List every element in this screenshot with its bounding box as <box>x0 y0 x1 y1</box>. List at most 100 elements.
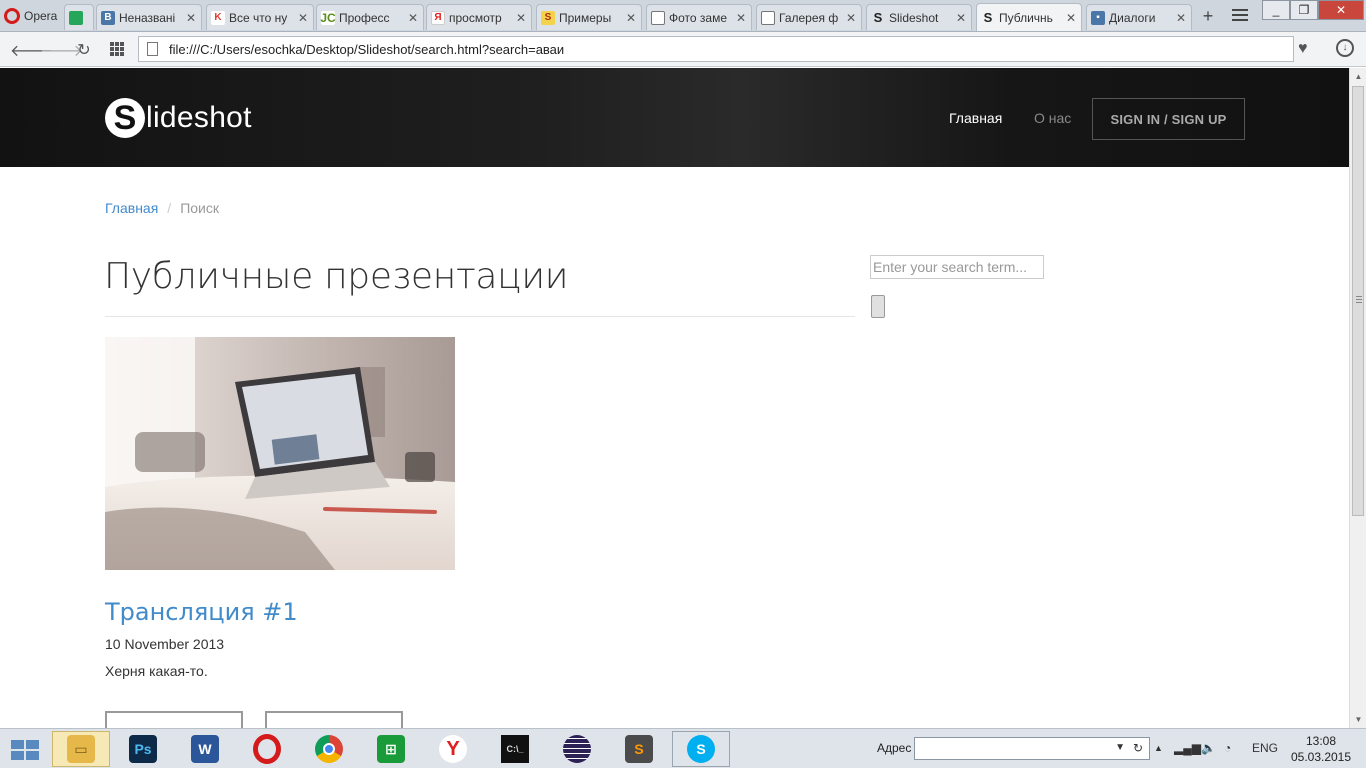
signal-icon[interactable]: ▂▄▆ <box>1174 741 1201 755</box>
close-tab-icon[interactable]: ✕ <box>297 11 309 25</box>
taskbar-photoshop[interactable]: Ps <box>114 731 172 767</box>
taskbar-address-input[interactable]: ▼ ↻ <box>914 737 1150 760</box>
yandex-browser-icon: Y <box>439 735 467 763</box>
taskbar-opera[interactable] <box>238 731 296 767</box>
opera-menu-label: Opera <box>24 8 58 23</box>
show-hidden-icons-icon[interactable]: ▲ <box>1154 743 1163 753</box>
file-explorer-icon: ▭ <box>67 735 95 763</box>
slideshot-icon: S <box>983 10 993 25</box>
maximize-button[interactable]: ❐ <box>1290 0 1318 20</box>
scroll-down-arrow-icon[interactable]: ▼ <box>1350 711 1366 728</box>
post-action-button-1[interactable] <box>105 711 243 728</box>
document-icon <box>651 10 665 25</box>
tab-title: Все что ну <box>229 10 288 25</box>
taskbar-chrome[interactable] <box>300 731 358 767</box>
close-tab-icon[interactable]: ✕ <box>185 11 197 25</box>
search-button[interactable] <box>871 295 885 318</box>
tab-title: просмотр <box>449 10 502 25</box>
taskbar-word[interactable]: W <box>176 731 234 767</box>
title-divider <box>105 316 855 317</box>
close-tab-icon[interactable]: ✕ <box>407 11 419 25</box>
page-title: Публичные презентации <box>104 256 569 297</box>
laptop-photo <box>105 337 455 570</box>
taskbar-store[interactable]: ⊞ <box>362 731 420 767</box>
taskbar-cmd[interactable]: C:\_ <box>486 731 544 767</box>
tab-gallery[interactable]: Галерея ф ✕ <box>756 4 862 30</box>
download-icon[interactable]: ↓ <box>1336 39 1354 57</box>
close-window-button[interactable]: ✕ <box>1318 0 1364 20</box>
close-tab-icon[interactable]: ✕ <box>845 11 857 25</box>
slideshot-icon: S <box>873 10 883 25</box>
dropdown-chevron-icon[interactable]: ▼ <box>1115 742 1125 753</box>
minimize-button[interactable]: _ <box>1262 0 1290 20</box>
photoshop-icon: Ps <box>129 735 157 763</box>
tab-sai[interactable]: S Примеры ✕ <box>536 4 642 30</box>
forward-icon[interactable]: 🡒 <box>40 40 83 61</box>
new-tab-button[interactable]: + <box>1198 6 1218 27</box>
document-icon <box>761 10 775 25</box>
tab-jc[interactable]: JC Професс ✕ <box>316 4 424 30</box>
presentation-thumbnail[interactable] <box>105 337 455 570</box>
close-tab-icon[interactable]: ✕ <box>1175 11 1187 25</box>
bookmark-heart-icon[interactable]: ♥ <box>1298 40 1308 58</box>
sai-icon: S <box>541 10 555 25</box>
nav-home-link[interactable]: Главная <box>949 110 1002 126</box>
close-tab-icon[interactable]: ✕ <box>735 11 747 25</box>
tab-menu-icon[interactable] <box>1232 9 1248 24</box>
breadcrumb-separator: / <box>167 200 172 216</box>
taskbar-sublime[interactable]: S <box>610 731 668 767</box>
logo-letter: S <box>105 98 145 138</box>
close-tab-icon[interactable]: ✕ <box>1065 11 1077 25</box>
system-clock[interactable]: 13:08 05.03.2015 <box>1290 733 1352 765</box>
taskbar-skype[interactable]: S <box>672 731 730 767</box>
taskbar: ▭ Ps W ⊞ Y C:\_ S S Адрес ▼ ↻ ▲ ▂▄▆ 🔈 ◔ … <box>0 728 1366 768</box>
windows-start-icon[interactable] <box>8 737 40 763</box>
site-logo[interactable]: S lideshot <box>105 98 252 138</box>
tab-vk-unnamed[interactable]: B Неназвані ✕ <box>96 4 202 30</box>
tab-trello[interactable] <box>64 4 94 30</box>
network-icon[interactable]: ◔ <box>1224 741 1231 755</box>
scroll-up-arrow-icon[interactable]: ▲ <box>1350 68 1366 85</box>
refresh-icon[interactable]: ↻ <box>1133 741 1143 755</box>
clock-time: 13:08 <box>1305 734 1337 748</box>
close-tab-icon[interactable]: ✕ <box>625 11 637 25</box>
chrome-icon <box>315 735 343 763</box>
tab-public-presentations[interactable]: S Публичнь ✕ <box>976 3 1082 31</box>
tab-title: Професс <box>339 10 390 25</box>
close-tab-icon[interactable]: ✕ <box>515 11 527 25</box>
page-icon <box>147 42 158 56</box>
sign-in-button[interactable]: SIGN IN / SIGN UP <box>1092 98 1245 140</box>
skype-icon: S <box>687 735 715 763</box>
taskbar-yandex-browser[interactable]: Y <box>424 731 482 767</box>
tab-yandex[interactable]: Я просмотр ✕ <box>426 4 532 30</box>
url-field[interactable]: file:///C:/Users/esochka/Desktop/Slidesh… <box>138 36 1294 62</box>
taskbar-address-label: Адрес <box>877 741 912 755</box>
post-description: Херня какая-то. <box>105 663 208 679</box>
taskbar-eclipse[interactable] <box>548 731 606 767</box>
opera-menu-button[interactable]: Opera <box>0 0 62 31</box>
vertical-scrollbar[interactable]: ▲ ▼ <box>1349 68 1366 728</box>
vk-messages-icon: ▪ <box>1091 10 1105 25</box>
scroll-thumb[interactable] <box>1352 86 1364 516</box>
tab-dialogs[interactable]: ▪ Диалоги ✕ <box>1086 4 1192 30</box>
nav-about-link[interactable]: О нас <box>1034 110 1071 126</box>
volume-icon[interactable]: 🔈 <box>1201 741 1216 755</box>
tab-photo[interactable]: Фото заме ✕ <box>646 4 752 30</box>
sublime-text-icon: S <box>625 735 653 763</box>
taskbar-file-explorer[interactable]: ▭ <box>52 731 110 767</box>
language-indicator[interactable]: ENG <box>1252 741 1278 755</box>
post-title-link[interactable]: Трансляция #1 <box>105 598 298 626</box>
tab-slideshot[interactable]: S Slideshot ✕ <box>866 4 972 30</box>
post-action-button-2[interactable] <box>265 711 403 728</box>
breadcrumb-home-link[interactable]: Главная <box>105 200 158 216</box>
clock-date: 05.03.2015 <box>1290 750 1352 764</box>
opera-logo-icon <box>4 7 20 24</box>
search-input[interactable]: Enter your search term... <box>870 255 1044 279</box>
tab-kinopoisk[interactable]: K Все что ну ✕ <box>206 4 314 30</box>
speed-dial-icon[interactable] <box>110 42 124 56</box>
reload-icon[interactable]: ↻ <box>74 40 94 60</box>
tab-title: Фото заме <box>669 10 728 25</box>
back-icon[interactable]: 🡐 <box>10 40 53 61</box>
close-tab-icon[interactable]: ✕ <box>955 11 967 25</box>
trello-icon <box>69 10 83 25</box>
